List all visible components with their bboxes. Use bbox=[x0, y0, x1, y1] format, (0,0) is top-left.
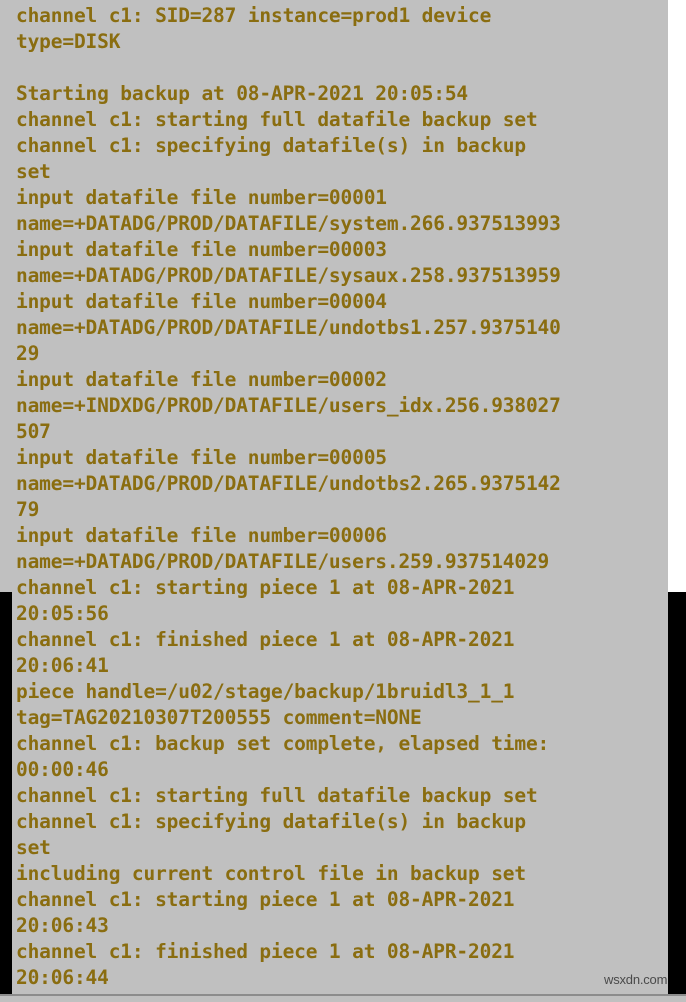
log-line: 507 bbox=[16, 420, 51, 443]
log-line: channel c1: starting full datafile backu… bbox=[16, 108, 538, 131]
log-line: set bbox=[16, 836, 51, 859]
log-line: channel c1: specifying datafile(s) in ba… bbox=[16, 134, 526, 157]
watermark-text: wsxdn.com bbox=[604, 972, 668, 987]
log-line: input datafile file number=00006 bbox=[16, 524, 387, 547]
screenshot-root: channel c1: SID=287 instance=prod1 devic… bbox=[0, 0, 686, 1002]
log-line: channel c1: finished piece 1 at 08-APR-2… bbox=[16, 628, 515, 651]
log-line: channel c1: starting full datafile backu… bbox=[16, 784, 538, 807]
log-line: tag=TAG20210307T200555 comment=NONE bbox=[16, 706, 422, 729]
log-line: input datafile file number=00003 bbox=[16, 238, 387, 261]
rman-log-output[interactable]: channel c1: SID=287 instance=prod1 devic… bbox=[16, 0, 676, 991]
log-line: set bbox=[16, 160, 51, 183]
log-line: including current control file in backup… bbox=[16, 862, 526, 885]
log-line: name=+DATADG/PROD/DATAFILE/sysaux.258.93… bbox=[16, 264, 561, 287]
bottom-strip-edge bbox=[0, 994, 686, 996]
log-line: input datafile file number=00005 bbox=[16, 446, 387, 469]
log-line: channel c1: backup set complete, elapsed… bbox=[16, 732, 550, 755]
log-line: 20:05:56 bbox=[16, 602, 109, 625]
watermark: wsxdn.com bbox=[604, 972, 674, 990]
log-line: type=DISK bbox=[16, 30, 121, 53]
log-line: Starting backup at 08-APR-2021 20:05:54 bbox=[16, 82, 469, 105]
log-line: input datafile file number=00002 bbox=[16, 368, 387, 391]
log-line: 00:00:46 bbox=[16, 758, 109, 781]
log-line-blank bbox=[16, 55, 676, 81]
log-line: input datafile file number=00004 bbox=[16, 290, 387, 313]
log-line: name=+DATADG/PROD/DATAFILE/users.259.937… bbox=[16, 550, 550, 573]
log-line: name=+DATADG/PROD/DATAFILE/system.266.93… bbox=[16, 212, 561, 235]
log-line: channel c1: finished piece 1 at 08-APR-2… bbox=[16, 940, 515, 963]
log-line: channel c1: specifying datafile(s) in ba… bbox=[16, 810, 526, 833]
log-line: 29 bbox=[16, 342, 40, 365]
log-line: name=+DATADG/PROD/DATAFILE/undotbs2.265.… bbox=[16, 472, 561, 495]
log-line: input datafile file number=00001 bbox=[16, 186, 387, 209]
log-line: channel c1: starting piece 1 at 08-APR-2… bbox=[16, 888, 515, 911]
log-line: channel c1: starting piece 1 at 08-APR-2… bbox=[16, 576, 515, 599]
letterbox-bar-left bbox=[0, 592, 12, 994]
log-line: name=+INDXDG/PROD/DATAFILE/users_idx.256… bbox=[16, 394, 561, 417]
log-line: 79 bbox=[16, 498, 40, 521]
log-line: piece handle=/u02/stage/backup/1bruidl3_… bbox=[16, 680, 515, 703]
log-line: 20:06:41 bbox=[16, 654, 109, 677]
log-line: channel c1: SID=287 instance=prod1 devic… bbox=[16, 4, 492, 27]
log-line: name=+DATADG/PROD/DATAFILE/undotbs1.257.… bbox=[16, 316, 561, 339]
log-line: 20:06:44 bbox=[16, 966, 109, 989]
log-line: 20:06:43 bbox=[16, 914, 109, 937]
